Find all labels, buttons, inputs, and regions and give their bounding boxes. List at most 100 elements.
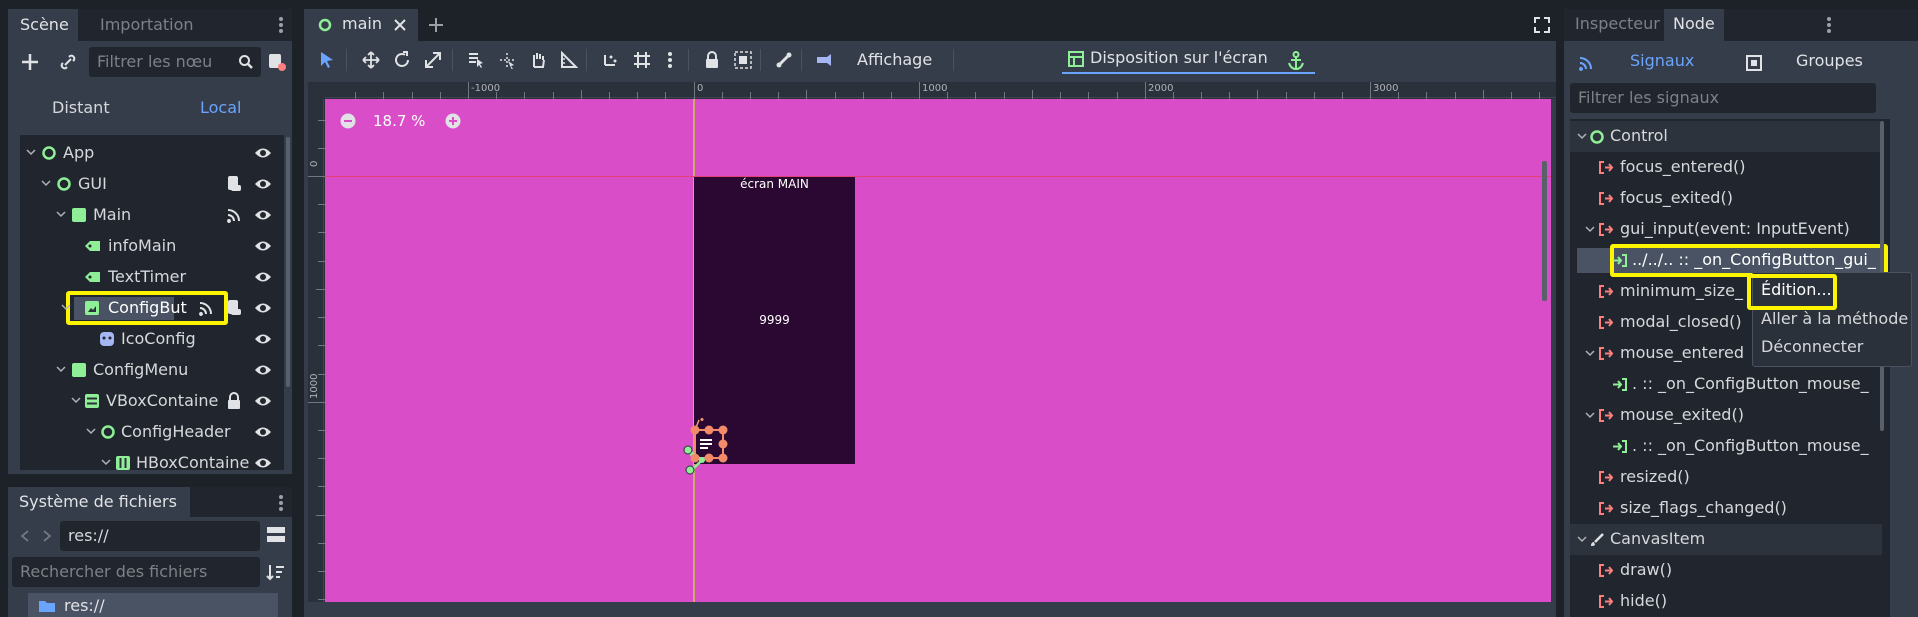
anchor-icon[interactable] xyxy=(1287,51,1305,71)
grid-snap-icon[interactable] xyxy=(630,48,654,72)
layout-menu[interactable]: Disposition sur l'écran xyxy=(1062,47,1315,74)
tree-item-vboxcontainer[interactable]: VBoxContaine xyxy=(20,386,284,417)
list-select-icon[interactable] xyxy=(464,48,488,72)
tab-main[interactable]: main xyxy=(304,9,418,41)
visibility-icon xyxy=(255,365,271,375)
zoom-level[interactable]: 18.7 % xyxy=(373,112,425,130)
canvas-viewport[interactable]: 18.7 % écran MAIN 9999 xyxy=(325,99,1551,602)
visibility-icon xyxy=(255,210,271,220)
dock-menu-icon[interactable] xyxy=(1826,15,1832,35)
menu-item-goto-method[interactable]: Aller à la méthode xyxy=(1761,309,1908,328)
chevron-down-icon xyxy=(1585,412,1595,419)
tab-main-label: main xyxy=(342,14,382,33)
viewport-scrollbar[interactable] xyxy=(1542,161,1547,301)
signal-icon xyxy=(1599,161,1614,174)
tree-label: ConfigMenu xyxy=(93,360,189,379)
signals-icon xyxy=(227,209,240,223)
menu-item-disconnect[interactable]: Déconnecter xyxy=(1761,337,1863,356)
file-search-input[interactable]: Rechercher des fichiers xyxy=(12,557,260,587)
pan-icon[interactable] xyxy=(526,48,550,72)
tree-item-app[interactable]: App xyxy=(20,138,284,169)
file-list-item[interactable]: res:// xyxy=(28,593,278,617)
fullscreen-icon[interactable] xyxy=(1534,17,1550,33)
config-button-gizmo[interactable] xyxy=(680,418,746,478)
group-icon[interactable] xyxy=(731,48,755,72)
tab-import[interactable]: Importation xyxy=(88,9,206,41)
scene-dock-tabs: Scène Importation xyxy=(8,9,292,41)
back-icon xyxy=(20,530,29,542)
control-icon xyxy=(72,208,86,222)
path-value: res:// xyxy=(68,526,109,545)
signal-label: minimum_size_ xyxy=(1620,281,1743,300)
signal-focus-entered[interactable]: focus_entered() xyxy=(1570,152,1882,183)
move-mode-icon[interactable] xyxy=(359,48,383,72)
signal-draw[interactable]: draw() xyxy=(1570,555,1882,586)
filesystem-tab[interactable]: Système de fichiers xyxy=(8,487,190,517)
filesystem-title: Système de fichiers xyxy=(19,492,177,511)
label-icon xyxy=(85,241,100,251)
visibility-icon xyxy=(255,241,271,251)
signal-focus-exited[interactable]: focus_exited() xyxy=(1570,183,1882,214)
signal-icon xyxy=(1599,502,1614,515)
snap-options-icon[interactable] xyxy=(658,48,682,72)
tree-item-configheader[interactable]: ConfigHeader xyxy=(20,417,284,448)
link-icon[interactable] xyxy=(57,51,79,73)
canvas-toolbar: Affichage Disposition sur l'écran xyxy=(304,41,1556,79)
signal-hide[interactable]: hide() xyxy=(1570,586,1882,617)
filesystem-body: res:// Rechercher des fichiers res:// xyxy=(8,517,292,617)
tab-inspector[interactable]: Inspecteur xyxy=(1564,9,1664,41)
scene-tree-scrollbar[interactable] xyxy=(286,137,290,387)
signal-icon xyxy=(1599,595,1614,608)
signal-label: hide() xyxy=(1620,591,1668,610)
tab-node[interactable]: Node xyxy=(1664,9,1724,41)
visibility-icon xyxy=(255,458,271,468)
scene-filter-input[interactable]: Filtrer les nœu xyxy=(89,47,261,77)
smart-snap-icon[interactable] xyxy=(599,48,623,72)
remote-tab[interactable]: Distant xyxy=(52,98,110,117)
tree-item-texttimer[interactable]: TextTimer xyxy=(20,262,284,293)
tree-item-main[interactable]: Main xyxy=(20,200,284,231)
tab-signals[interactable]: Signaux xyxy=(1630,51,1694,70)
rotate-mode-icon[interactable] xyxy=(390,48,414,72)
tree-item-configmenu[interactable]: ConfigMenu xyxy=(20,355,284,386)
search-icon xyxy=(239,55,253,69)
dock-menu-icon[interactable] xyxy=(278,15,284,35)
local-tab[interactable]: Local xyxy=(200,98,241,117)
scene-dock-body: Filtrer les nœu Distant Local App GUI Ma… xyxy=(8,41,292,474)
signal-size-flags-changed[interactable]: size_flags_changed() xyxy=(1570,493,1882,524)
section-canvasitem[interactable]: CanvasItem xyxy=(1570,524,1882,555)
signal-filter-input[interactable]: Filtrer les signaux xyxy=(1570,83,1876,113)
ruler-icon[interactable] xyxy=(557,48,581,72)
connection-mouse-entered[interactable]: . :: _on_ConfigButton_mouse_ xyxy=(1570,369,1882,400)
pivot-icon[interactable] xyxy=(495,48,519,72)
tab-groups[interactable]: Groupes xyxy=(1796,51,1863,70)
tree-item-configbutton[interactable]: ConfigBut xyxy=(20,291,284,325)
tab-scene[interactable]: Scène xyxy=(8,9,78,41)
tree-label: IcoConfig xyxy=(121,329,196,348)
signal-gui-input[interactable]: gui_input(event: InputEvent) xyxy=(1570,214,1882,245)
brush-icon xyxy=(1591,533,1604,546)
select-mode-icon[interactable] xyxy=(315,48,339,72)
view-menu[interactable]: Affichage xyxy=(857,50,932,69)
lock-icon[interactable] xyxy=(700,48,724,72)
tree-item-hboxcontainer[interactable]: HBoxContaine xyxy=(20,448,284,470)
signal-resized[interactable]: resized() xyxy=(1570,462,1882,493)
dock-menu-icon[interactable] xyxy=(278,493,284,513)
skeleton-icon[interactable] xyxy=(772,48,796,72)
zoom-out-icon[interactable] xyxy=(340,113,356,129)
scale-mode-icon[interactable] xyxy=(421,48,445,72)
script-attach-icon[interactable] xyxy=(266,51,288,73)
camera-override-icon[interactable] xyxy=(813,48,837,72)
layout-toggle-icon xyxy=(267,527,285,542)
tree-item-infomain[interactable]: infoMain xyxy=(20,231,284,262)
section-control[interactable]: Control xyxy=(1570,121,1882,152)
add-node-icon[interactable] xyxy=(19,51,41,73)
connection-mouse-exited[interactable]: . :: _on_ConfigButton_mouse_ xyxy=(1570,431,1882,462)
tree-item-gui[interactable]: GUI xyxy=(20,169,284,200)
signal-mouse-exited[interactable]: mouse_exited() xyxy=(1570,400,1882,431)
zoom-in-icon[interactable] xyxy=(445,113,461,129)
menu-item-edit[interactable]: Édition... xyxy=(1761,280,1832,299)
tree-item-icoconfig[interactable]: IcoConfig xyxy=(20,324,284,355)
path-field[interactable]: res:// xyxy=(60,521,260,551)
add-tab-icon[interactable] xyxy=(428,17,444,33)
